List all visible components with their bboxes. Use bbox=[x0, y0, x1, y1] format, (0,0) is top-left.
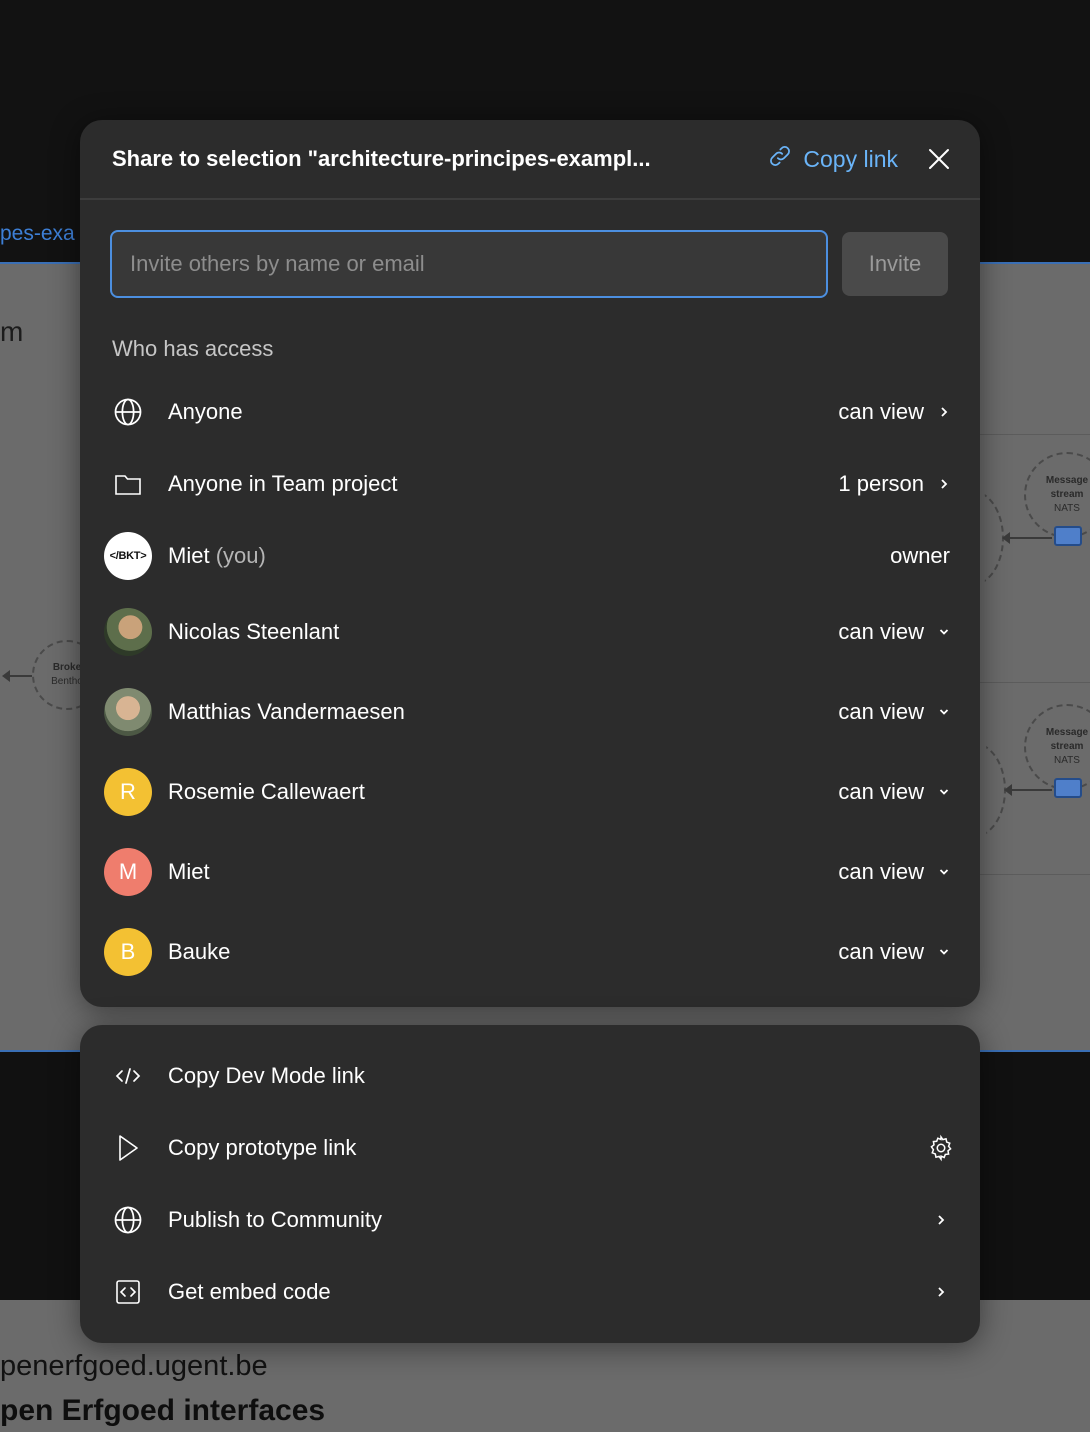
copy-link-label: Copy link bbox=[803, 145, 898, 172]
permission-selector[interactable]: can view bbox=[838, 399, 950, 425]
share-dialog-header: Share to selection "architecture-princip… bbox=[80, 120, 980, 200]
access-row-team[interactable]: Anyone in Team project 1 person bbox=[104, 456, 950, 512]
access-row-member: B Bauke can view bbox=[104, 924, 950, 980]
globe-icon bbox=[104, 1196, 152, 1244]
share-dialog-title: Share to selection "architecture-princip… bbox=[112, 146, 651, 171]
avatar-slot: </BKT> bbox=[104, 532, 152, 580]
chevron-down-icon bbox=[938, 707, 950, 717]
permission-dropdown[interactable]: can view bbox=[838, 859, 950, 885]
chevron-down-icon bbox=[938, 627, 950, 637]
who-has-access-heading: Who has access bbox=[112, 336, 274, 361]
permission-label: can view bbox=[838, 939, 924, 964]
action-label: Copy prototype link bbox=[168, 1135, 357, 1160]
access-name: Miet (you) bbox=[168, 543, 890, 569]
copy-dev-mode-link-action[interactable]: Copy Dev Mode link bbox=[104, 1048, 956, 1104]
access-name: Matthias Vandermaesen bbox=[168, 699, 405, 724]
access-name: Bauke bbox=[168, 939, 231, 964]
permission-label: can view bbox=[838, 619, 924, 644]
invite-row: Invite bbox=[110, 230, 948, 298]
background-frame-edge bbox=[980, 682, 1090, 683]
folder-icon bbox=[104, 460, 152, 508]
copy-link-button[interactable]: Copy link bbox=[767, 143, 898, 175]
permission-dropdown[interactable]: can view bbox=[838, 779, 950, 805]
access-row-owner: </BKT> Miet (you) owner bbox=[104, 528, 950, 584]
mail-icon bbox=[1054, 778, 1082, 798]
background-frame-edge bbox=[980, 434, 1090, 435]
avatar-slot: R bbox=[104, 768, 152, 816]
background-frame-edge bbox=[980, 874, 1090, 875]
invite-button[interactable]: Invite bbox=[842, 232, 948, 296]
permission-dropdown[interactable]: can view bbox=[838, 699, 950, 725]
code-icon bbox=[104, 1052, 152, 1100]
access-row-member: Nicolas Steenlant can view bbox=[104, 604, 950, 660]
publish-to-community-action[interactable]: Publish to Community bbox=[104, 1192, 956, 1248]
play-icon bbox=[104, 1124, 152, 1172]
link-icon bbox=[767, 143, 793, 175]
avatar-slot: M bbox=[104, 848, 152, 896]
access-row-anyone[interactable]: Anyone can view bbox=[104, 384, 950, 440]
access-row-member: Matthias Vandermaesen can view bbox=[104, 684, 950, 740]
invite-input[interactable] bbox=[110, 230, 828, 298]
access-row-member: M Miet can view bbox=[104, 844, 950, 900]
globe-icon bbox=[104, 388, 152, 436]
access-name: Rosemie Callewaert bbox=[168, 779, 365, 804]
avatar: M bbox=[104, 848, 152, 896]
background-url-text: penerfgoed.ugent.be bbox=[0, 1350, 268, 1382]
avatar: </BKT> bbox=[104, 532, 152, 580]
permission-label: can view bbox=[838, 859, 924, 884]
share-actions-panel: Copy Dev Mode link Copy prototype link P… bbox=[80, 1025, 980, 1343]
access-name: Anyone bbox=[168, 399, 243, 424]
get-embed-code-action[interactable]: Get embed code bbox=[104, 1264, 956, 1320]
permission-label-static: owner bbox=[890, 543, 950, 569]
permission-selector[interactable]: 1 person bbox=[838, 471, 950, 497]
chevron-down-icon bbox=[938, 787, 950, 797]
chevron-right-icon bbox=[926, 1213, 956, 1227]
permission-dropdown[interactable]: can view bbox=[838, 939, 950, 965]
permission-label: can view bbox=[838, 399, 924, 424]
mail-icon bbox=[1054, 526, 1082, 546]
chevron-down-icon bbox=[938, 947, 950, 957]
permission-dropdown[interactable]: can view bbox=[838, 619, 950, 645]
access-row-member: R Rosemie Callewaert can view bbox=[104, 764, 950, 820]
gear-icon[interactable] bbox=[926, 1134, 956, 1162]
copy-prototype-link-action[interactable]: Copy prototype link bbox=[104, 1120, 956, 1176]
close-icon[interactable] bbox=[928, 148, 950, 170]
avatar bbox=[104, 688, 152, 736]
background-heading-fragment: m bbox=[0, 316, 24, 347]
embed-icon bbox=[104, 1268, 152, 1316]
permission-label: owner bbox=[890, 543, 950, 568]
avatar bbox=[104, 608, 152, 656]
chevron-right-icon bbox=[938, 477, 950, 491]
access-name: Anyone in Team project bbox=[168, 471, 398, 496]
share-dialog: Share to selection "architecture-princip… bbox=[80, 120, 980, 1007]
chevron-down-icon bbox=[938, 867, 950, 877]
avatar-slot: B bbox=[104, 928, 152, 976]
action-label: Publish to Community bbox=[168, 1207, 382, 1232]
avatar-slot bbox=[104, 608, 152, 656]
access-name: Miet bbox=[168, 859, 210, 884]
chevron-right-icon bbox=[938, 405, 950, 419]
avatar: R bbox=[104, 768, 152, 816]
background-arrow bbox=[1002, 532, 1052, 544]
background-arrow bbox=[2, 670, 32, 682]
owner-you-suffix: (you) bbox=[215, 543, 266, 568]
action-label: Get embed code bbox=[168, 1279, 331, 1304]
background-arrow bbox=[1004, 784, 1052, 796]
permission-label: can view bbox=[838, 699, 924, 724]
permission-label: 1 person bbox=[838, 471, 924, 496]
access-name: Nicolas Steenlant bbox=[168, 619, 340, 644]
avatar: B bbox=[104, 928, 152, 976]
permission-label: can view bbox=[838, 779, 924, 804]
background-footer-title: pen Erfgoed interfaces bbox=[0, 1394, 326, 1427]
background-tab-label: pes-exa bbox=[0, 222, 75, 245]
action-label: Copy Dev Mode link bbox=[168, 1063, 365, 1088]
avatar-slot bbox=[104, 688, 152, 736]
chevron-right-icon bbox=[926, 1285, 956, 1299]
owner-name: Miet bbox=[168, 543, 210, 568]
